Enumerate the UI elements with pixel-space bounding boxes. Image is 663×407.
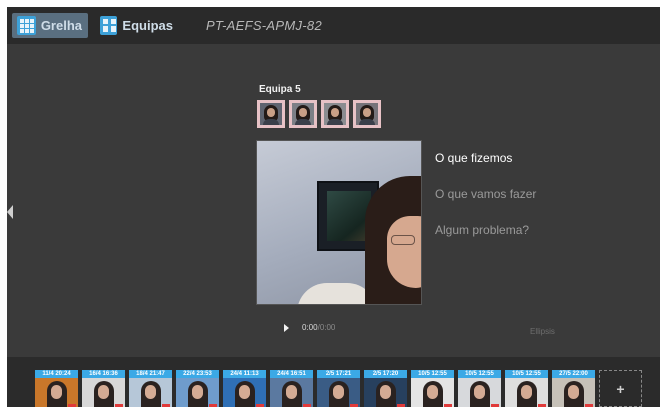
current-time: 0:00 (302, 323, 318, 332)
team-icon (100, 16, 118, 35)
top-bar: Grelha Equipas PT-AEFS-APMJ-82 (7, 7, 660, 44)
recording-thumbnail[interactable]: 10/5 12:55 (411, 370, 454, 407)
ellipsis-label: Ellipsis (530, 327, 555, 336)
recording-thumbnail[interactable]: 2/5 17:21 (317, 370, 360, 407)
recording-thumbnail[interactable]: 10/5 12:55 (458, 370, 501, 407)
thumbnail-timestamp: 22/4 23:53 (176, 370, 219, 378)
thumbnail-list: 11/4 20:24 16/4 16:36 18/4 21:47 22/4 23:53… (35, 370, 642, 407)
recording-thumbnail[interactable]: 24/4 11:13 (223, 370, 266, 407)
filmstrip: 11/4 20:24 16/4 16:36 18/4 21:47 22/4 23:53… (7, 357, 660, 407)
previous-arrow-icon[interactable] (7, 205, 13, 219)
question-what-we-will-do[interactable]: O que vamos fazer (435, 187, 536, 201)
question-what-we-did[interactable]: O que fizemos (435, 151, 512, 165)
question-any-problem[interactable]: Algum problema? (435, 223, 529, 237)
thumbnail-timestamp: 2/5 17:21 (317, 370, 360, 378)
project-code: PT-AEFS-APMJ-82 (206, 18, 322, 33)
recording-thumbnail[interactable]: 22/4 23:53 (176, 370, 219, 407)
thumbnail-timestamp: 24/4 16:51 (270, 370, 313, 378)
thumbnail-timestamp: 24/4 11:13 (223, 370, 266, 378)
total-time: 0:00 (319, 323, 336, 332)
thumbnail-timestamp: 18/4 21:47 (129, 370, 172, 378)
recording-thumbnail[interactable]: 27/5 22:00 (552, 370, 595, 407)
recording-thumbnail[interactable]: 16/4 16:36 (82, 370, 125, 407)
thumbnail-timestamp: 16/4 16:36 (82, 370, 125, 378)
recording-thumbnail[interactable]: 2/5 17:20 (364, 370, 407, 407)
thumbnail-timestamp: 10/5 12:55 (505, 370, 548, 378)
video-player-controls: 0:00/0:00 (284, 323, 335, 332)
video-preview[interactable] (256, 140, 422, 305)
thumbnail-timestamp: 10/5 12:55 (458, 370, 501, 378)
team-name: Equipa 5 (259, 84, 301, 95)
member-avatar[interactable] (321, 100, 349, 128)
thumbnail-timestamp: 11/4 20:24 (35, 370, 78, 378)
tab-grelha-label: Grelha (40, 18, 82, 33)
time-display: 0:00/0:00 (302, 323, 335, 332)
tab-grelha[interactable]: Grelha (12, 13, 88, 38)
tab-equipas[interactable]: Equipas (95, 13, 179, 38)
tab-equipas-label: Equipas (122, 18, 173, 33)
play-icon[interactable] (284, 323, 289, 332)
add-recording-button[interactable]: + (599, 370, 642, 407)
team-members (257, 100, 381, 128)
recording-thumbnail[interactable]: 24/4 16:51 (270, 370, 313, 407)
grid-icon (17, 16, 36, 35)
thumbnail-timestamp: 27/5 22:00 (552, 370, 595, 378)
recording-thumbnail[interactable]: 11/4 20:24 (35, 370, 78, 407)
recording-thumbnail[interactable]: 10/5 12:55 (505, 370, 548, 407)
member-avatar[interactable] (257, 100, 285, 128)
app-window: Grelha Equipas PT-AEFS-APMJ-82 Equipa 5 … (7, 7, 660, 407)
thumbnail-timestamp: 10/5 12:55 (411, 370, 454, 378)
member-avatar[interactable] (353, 100, 381, 128)
recording-thumbnail[interactable]: 18/4 21:47 (129, 370, 172, 407)
member-avatar[interactable] (289, 100, 317, 128)
thumbnail-timestamp: 2/5 17:20 (364, 370, 407, 378)
